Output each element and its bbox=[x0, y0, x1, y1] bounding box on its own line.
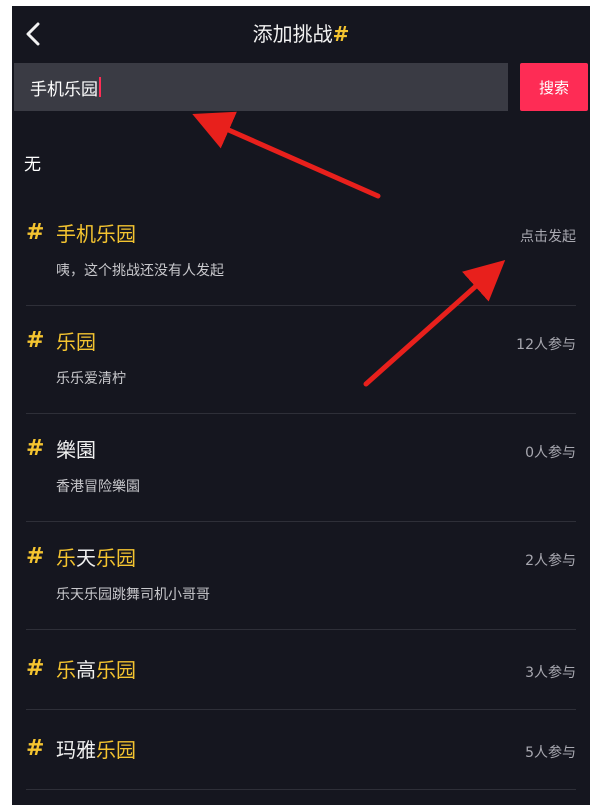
challenge-item[interactable]: # 乐园乐乐爱清柠 12人参与 bbox=[12, 306, 590, 414]
challenge-title: 乐高乐园 bbox=[56, 656, 136, 684]
challenge-subtitle: 乐乐爱清柠 bbox=[56, 371, 126, 387]
challenge-title-part: 乐 bbox=[56, 546, 76, 570]
challenge-title-part: 乐园 bbox=[96, 546, 136, 570]
challenge-title: 樂園 bbox=[56, 436, 96, 464]
participant-count: 0人参与 bbox=[525, 445, 576, 461]
challenge-title-part: 手机乐园 bbox=[56, 222, 136, 246]
challenge-subtitle: 香港冒险樂園 bbox=[56, 479, 140, 495]
no-result-label: 无 bbox=[24, 155, 41, 175]
challenge-title-part: 乐园 bbox=[96, 738, 136, 762]
challenge-list: # 手机乐园 咦，这个挑战还没有人发起 点击发起 # 乐园 乐乐爱清柠 12人参与 # 樂園 香港冒… bbox=[12, 198, 590, 790]
challenge-title-part: 乐园 bbox=[56, 330, 96, 354]
search-input-value: 手机乐园 bbox=[30, 79, 98, 100]
challenge-title: 手机乐园 bbox=[56, 220, 136, 248]
challenge-title-part: 天 bbox=[76, 546, 96, 570]
challenge-subtitle: 咦，这个挑战还没有人发起 bbox=[56, 263, 224, 279]
launch-challenge-link[interactable]: 点击发起 bbox=[520, 226, 576, 246]
hashtag-icon: # bbox=[26, 656, 45, 681]
header: 添加挑战# bbox=[12, 6, 590, 62]
hash-icon: # bbox=[332, 22, 350, 46]
divider bbox=[26, 789, 576, 790]
challenge-item[interactable]: # 手机乐园咦，这个挑战还没有人发起 点击发起 bbox=[12, 198, 590, 306]
participant-count: 5人参与 bbox=[525, 745, 576, 761]
challenge-item[interactable]: # 玛雅乐园 5人参与 bbox=[12, 710, 590, 790]
participant-count: 2人参与 bbox=[525, 553, 576, 569]
challenge-title-part: 樂園 bbox=[56, 438, 96, 462]
challenge-title-part: 玛雅 bbox=[56, 738, 96, 762]
page-title-text: 添加挑战 bbox=[252, 22, 333, 46]
hashtag-icon: # bbox=[26, 328, 45, 353]
challenge-title-part: 高 bbox=[76, 658, 96, 682]
search-input[interactable]: 手机乐园 bbox=[14, 63, 508, 111]
challenge-title-part: 乐园 bbox=[96, 658, 136, 682]
challenge-item[interactable]: # 樂園香港冒险樂園 0人参与 bbox=[12, 414, 590, 522]
challenge-item[interactable]: # 乐高乐园 3人参与 bbox=[12, 630, 590, 710]
challenge-title-part: 乐 bbox=[56, 658, 76, 682]
page-title: 添加挑战# bbox=[12, 20, 590, 48]
hashtag-icon: # bbox=[26, 544, 45, 569]
challenge-title: 乐天乐园 bbox=[56, 544, 136, 572]
hashtag-icon: # bbox=[26, 736, 45, 761]
text-caret bbox=[99, 77, 101, 97]
hashtag-icon: # bbox=[26, 220, 45, 245]
hashtag-icon: # bbox=[26, 436, 45, 461]
challenge-subtitle: 乐天乐园跳舞司机小哥哥 bbox=[56, 587, 210, 603]
challenge-title: 乐园 bbox=[56, 328, 96, 356]
app-screen: 添加挑战# 手机乐园 搜索 无 # 手机乐园 咦，这个挑战还没有人发起 点击发起 # 乐园… bbox=[12, 6, 590, 805]
search-button[interactable]: 搜索 bbox=[520, 63, 588, 111]
challenge-title: 玛雅乐园 bbox=[56, 736, 136, 764]
participant-count: 12人参与 bbox=[516, 337, 576, 353]
challenge-item[interactable]: # 乐天乐园乐天乐园跳舞司机小哥哥 2人参与 bbox=[12, 522, 590, 630]
participant-count: 3人参与 bbox=[525, 665, 576, 681]
